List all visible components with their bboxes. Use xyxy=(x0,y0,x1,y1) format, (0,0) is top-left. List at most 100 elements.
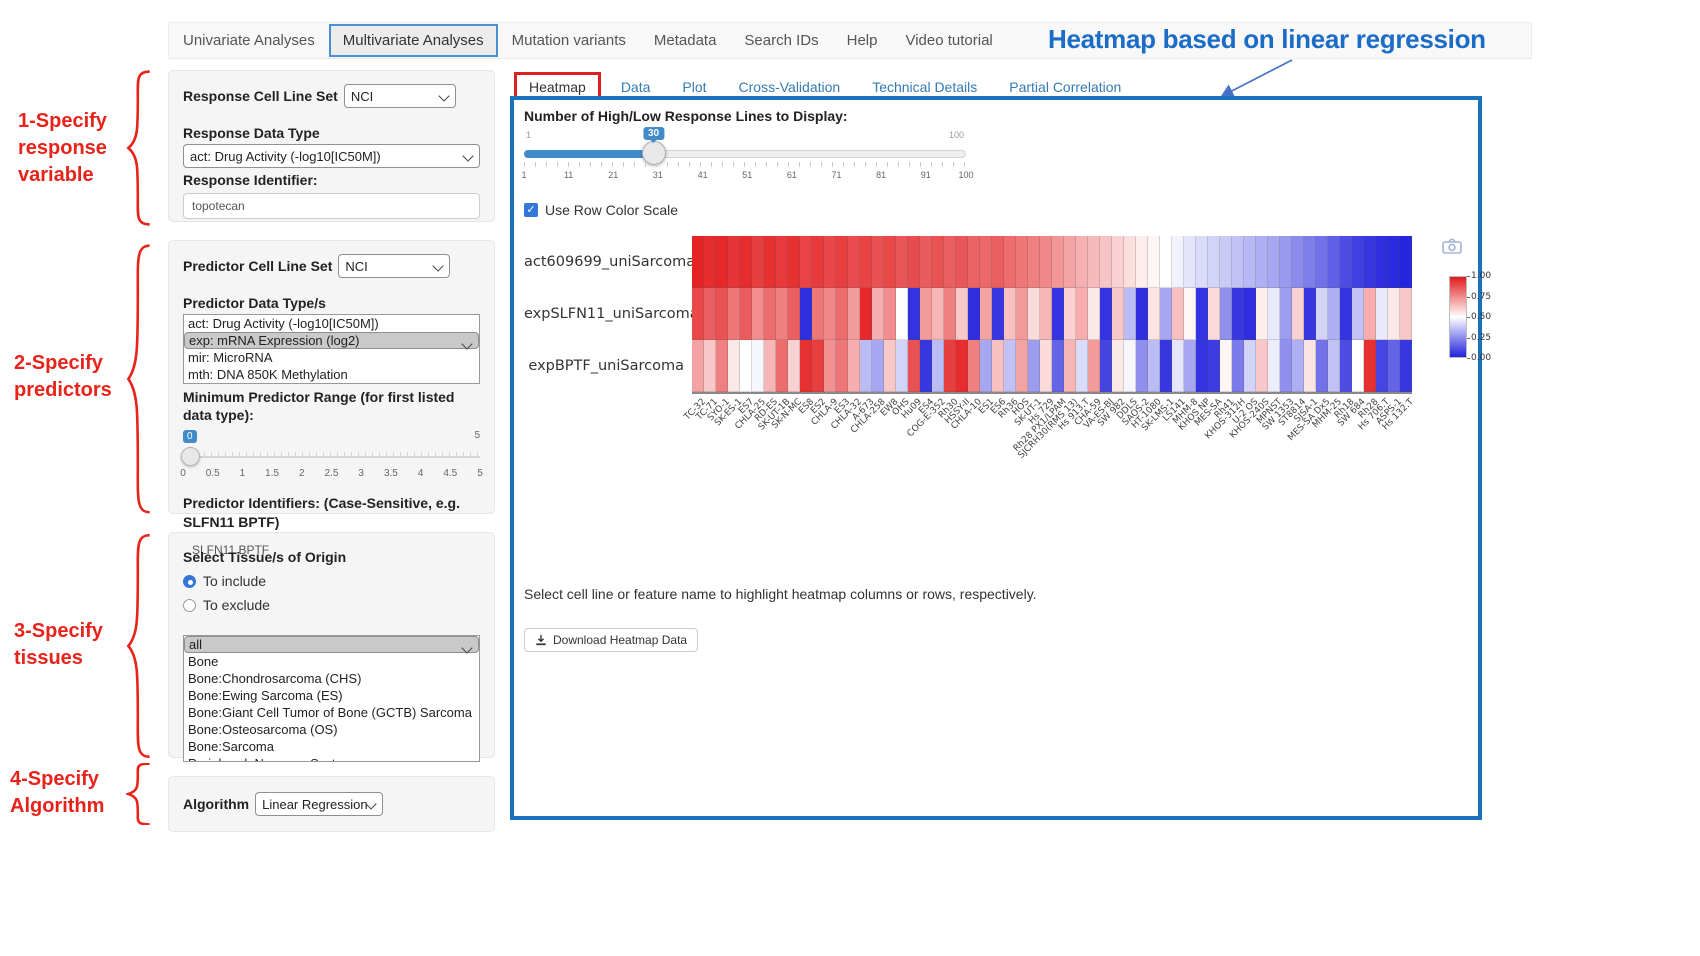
heatmap-cell[interactable] xyxy=(980,236,992,288)
heatmap-cell[interactable] xyxy=(1208,288,1220,340)
list-option[interactable]: Bone:Sarcoma xyxy=(184,738,479,755)
heatmap-cell[interactable] xyxy=(848,236,860,288)
tissue-listbox[interactable]: allBoneBone:Chondrosarcoma (CHS)Bone:Ewi… xyxy=(183,635,480,762)
heatmap-row-label[interactable]: act609699_uniSarcoma xyxy=(524,254,692,270)
heatmap-cell[interactable] xyxy=(1388,288,1400,340)
heatmap-cell[interactable] xyxy=(872,288,884,340)
heatmap-cell[interactable] xyxy=(1220,340,1232,392)
heatmap-cell[interactable] xyxy=(920,340,932,392)
heatmap-cell[interactable] xyxy=(1148,236,1160,288)
radio-exclude-icon[interactable] xyxy=(183,599,196,612)
heatmap-cell[interactable] xyxy=(860,288,872,340)
heatmap-cell[interactable] xyxy=(1136,340,1148,392)
heatmap-cell[interactable] xyxy=(1232,340,1244,392)
heatmap-cell[interactable] xyxy=(1232,288,1244,340)
heatmap-cell[interactable] xyxy=(1196,288,1208,340)
heatmap-cell[interactable] xyxy=(1232,236,1244,288)
nav-item[interactable]: Multivariate Analyses xyxy=(329,24,498,57)
heatmap-cell[interactable] xyxy=(968,340,980,392)
heatmap-cell[interactable] xyxy=(812,288,824,340)
heatmap-cell[interactable] xyxy=(1304,236,1316,288)
heatmap-cell[interactable] xyxy=(764,236,776,288)
heatmap-cell[interactable] xyxy=(1100,236,1112,288)
heatmap-cell[interactable] xyxy=(704,288,716,340)
list-option[interactable]: Bone:Giant Cell Tumor of Bone (GCTB) Sar… xyxy=(184,704,479,721)
algorithm-select[interactable]: Linear Regression xyxy=(255,792,383,816)
heatmap-cell[interactable] xyxy=(728,340,740,392)
heatmap-cell[interactable] xyxy=(872,340,884,392)
heatmap-cell[interactable] xyxy=(1100,288,1112,340)
heatmap-cell[interactable] xyxy=(716,288,728,340)
heatmap-cell[interactable] xyxy=(920,236,932,288)
heatmap-cell[interactable] xyxy=(1352,236,1364,288)
heatmap-cell[interactable] xyxy=(1112,236,1124,288)
heatmap-cell[interactable] xyxy=(1076,236,1088,288)
nav-item[interactable]: Search IDs xyxy=(730,24,832,57)
heatmap-cell[interactable] xyxy=(752,340,764,392)
heatmap-cell[interactable] xyxy=(1244,236,1256,288)
heatmap-cell[interactable] xyxy=(1292,236,1304,288)
heatmap-cell[interactable] xyxy=(1340,236,1352,288)
heatmap-cell[interactable] xyxy=(1244,288,1256,340)
heatmap-cell[interactable] xyxy=(716,236,728,288)
nav-item[interactable]: Metadata xyxy=(640,24,731,57)
heatmap-row-label[interactable]: expBPTF_uniSarcoma xyxy=(524,358,692,374)
heatmap-cell[interactable] xyxy=(1004,340,1016,392)
list-option[interactable]: Bone:Ewing Sarcoma (ES) xyxy=(184,687,479,704)
heatmap-cell[interactable] xyxy=(1400,340,1412,392)
heatmap-cell[interactable] xyxy=(884,340,896,392)
heatmap-row-label[interactable]: expSLFN11_uniSarcoma xyxy=(524,306,692,322)
heatmap-cell[interactable] xyxy=(1268,340,1280,392)
heatmap-cell[interactable] xyxy=(752,236,764,288)
heatmap-cell[interactable] xyxy=(812,236,824,288)
heatmap-cell[interactable] xyxy=(704,340,716,392)
heatmap-cell[interactable] xyxy=(728,288,740,340)
heatmap-cell[interactable] xyxy=(920,288,932,340)
heatmap-cell[interactable] xyxy=(1088,340,1100,392)
heatmap-cell[interactable] xyxy=(1088,288,1100,340)
response-cell-line-set-select[interactable]: NCI xyxy=(344,84,456,108)
heatmap-cell[interactable] xyxy=(1172,288,1184,340)
nav-item[interactable]: Video tutorial xyxy=(891,24,1006,57)
heatmap-cell[interactable] xyxy=(848,340,860,392)
heatmap-cell[interactable] xyxy=(848,288,860,340)
heatmap-cell[interactable] xyxy=(1160,236,1172,288)
heatmap-cell[interactable] xyxy=(776,236,788,288)
heatmap-cell[interactable] xyxy=(992,340,1004,392)
heatmap-cell[interactable] xyxy=(1160,340,1172,392)
heatmap-cell[interactable] xyxy=(1340,340,1352,392)
heatmap-cell[interactable] xyxy=(1316,340,1328,392)
heatmap-cell[interactable] xyxy=(1376,288,1388,340)
tissue-exclude-radio[interactable]: To exclude xyxy=(183,597,480,613)
row-color-scale-control[interactable]: ✓ Use Row Color Scale xyxy=(524,202,1468,218)
heatmap-cell[interactable] xyxy=(1352,340,1364,392)
heatmap-cell[interactable] xyxy=(812,340,824,392)
heatmap-cell[interactable] xyxy=(824,288,836,340)
heatmap-cell[interactable] xyxy=(1064,288,1076,340)
heatmap-cell[interactable] xyxy=(800,340,812,392)
heatmap-cell[interactable] xyxy=(1184,288,1196,340)
range-handle[interactable] xyxy=(181,447,200,466)
heatmap-cell[interactable] xyxy=(1184,340,1196,392)
heatmap-cell[interactable] xyxy=(788,236,800,288)
heatmap-cell[interactable] xyxy=(956,288,968,340)
list-option[interactable]: Bone:Osteosarcoma (OS) xyxy=(184,721,479,738)
heatmap-cell[interactable] xyxy=(1340,288,1352,340)
heatmap-cell[interactable] xyxy=(1328,236,1340,288)
heatmap-cell[interactable] xyxy=(944,236,956,288)
heatmap-cell[interactable] xyxy=(788,340,800,392)
heatmap-cell[interactable] xyxy=(692,340,704,392)
heatmap-cell[interactable] xyxy=(1400,288,1412,340)
heatmap-cell[interactable] xyxy=(1136,288,1148,340)
heatmap-cell[interactable] xyxy=(1280,340,1292,392)
heatmap-cell[interactable] xyxy=(908,288,920,340)
response-lines-slider[interactable]: 1 100 30 1112131415161718191100 xyxy=(524,128,966,186)
heatmap-cell[interactable] xyxy=(692,236,704,288)
heatmap-cell[interactable] xyxy=(1280,236,1292,288)
heatmap-cell[interactable] xyxy=(908,236,920,288)
heatmap-cell[interactable] xyxy=(1076,288,1088,340)
heatmap-cell[interactable] xyxy=(1028,236,1040,288)
radio-include-icon[interactable] xyxy=(183,575,196,588)
heatmap-cell[interactable] xyxy=(836,340,848,392)
heatmap-cell[interactable] xyxy=(1304,340,1316,392)
